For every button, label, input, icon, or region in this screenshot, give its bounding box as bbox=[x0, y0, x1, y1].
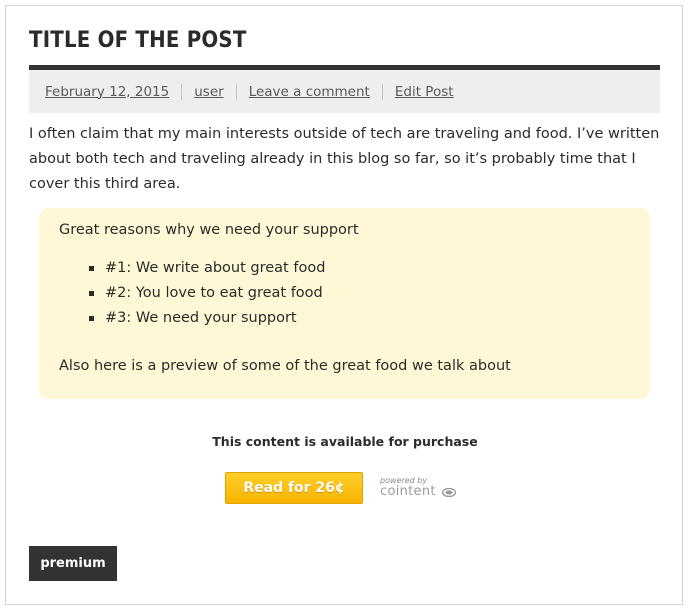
list-item: #3: We need your support bbox=[89, 306, 630, 331]
post-author-link[interactable]: user bbox=[194, 84, 223, 100]
support-heading: Great reasons why we need your support bbox=[59, 222, 359, 238]
post-title: TITLE OF THE POST bbox=[29, 28, 247, 53]
read-purchase-button[interactable]: Read for 26¢ bbox=[225, 472, 363, 504]
powered-by-cointent[interactable]: powered by cointent bbox=[380, 476, 460, 502]
meta-divider bbox=[181, 83, 183, 100]
post-meta-bar: February 12, 2015 user Leave a comment E… bbox=[29, 65, 660, 113]
premium-tag[interactable]: premium bbox=[29, 546, 117, 581]
preview-text: Also here is a preview of some of the gr… bbox=[59, 358, 511, 374]
support-callout-box: Great reasons why we need your support #… bbox=[39, 208, 650, 399]
reasons-list: #1: We write about great food #2: You lo… bbox=[59, 256, 630, 331]
edit-post-link[interactable]: Edit Post bbox=[395, 84, 454, 100]
meta-divider bbox=[381, 83, 383, 100]
list-item: #1: We write about great food bbox=[89, 256, 630, 281]
meta-divider bbox=[235, 83, 237, 100]
post-date-link[interactable]: February 12, 2015 bbox=[45, 84, 169, 100]
leave-comment-link[interactable]: Leave a comment bbox=[249, 84, 370, 100]
cointent-brand: cointent bbox=[380, 484, 436, 499]
purchase-note: This content is available for purchase bbox=[212, 434, 478, 449]
post-intro-text: I often claim that my main interests out… bbox=[29, 126, 660, 192]
list-item: #2: You love to eat great food bbox=[89, 281, 630, 306]
cointent-logo-icon bbox=[442, 488, 456, 497]
